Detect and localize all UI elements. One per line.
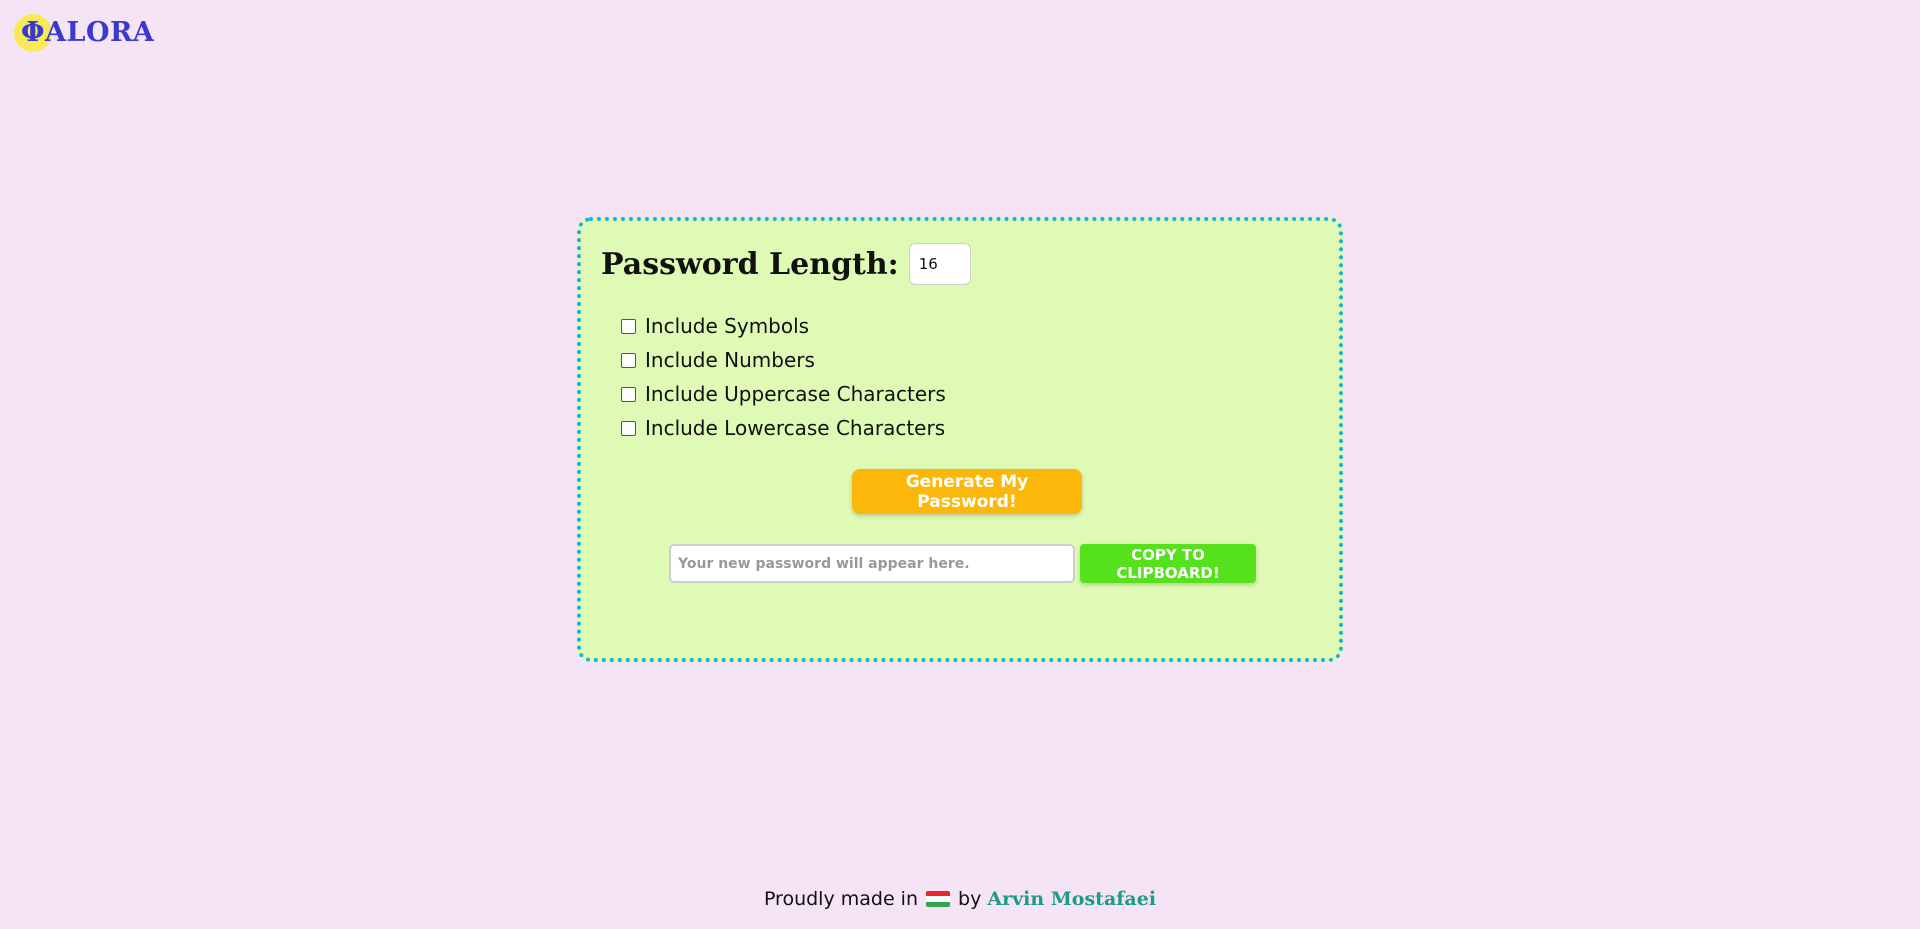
output-row: COPY TO CLIPBOARD! — [669, 544, 1256, 583]
option-numbers[interactable]: Include Numbers — [621, 343, 946, 377]
option-label: Include Symbols — [645, 314, 810, 338]
password-output-field[interactable] — [669, 544, 1075, 583]
symbols-checkbox[interactable] — [621, 318, 636, 334]
option-uppercase[interactable]: Include Uppercase Characters — [621, 377, 946, 411]
numbers-checkbox[interactable] — [621, 352, 636, 368]
option-label: Include Uppercase Characters — [645, 382, 946, 406]
length-row: Password Length: — [601, 241, 971, 287]
footer-prefix: Proudly made in — [763, 888, 919, 910]
logo-text: ΦALORA — [21, 16, 155, 48]
generate-password-button[interactable]: Generate My Password! — [852, 469, 1082, 514]
uppercase-checkbox[interactable] — [621, 386, 636, 402]
option-symbols[interactable]: Include Symbols — [621, 309, 946, 343]
length-label: Password Length: — [601, 246, 899, 282]
option-lowercase[interactable]: Include Lowercase Characters — [621, 411, 946, 445]
option-label: Include Lowercase Characters — [645, 416, 946, 440]
copy-to-clipboard-button[interactable]: COPY TO CLIPBOARD! — [1080, 544, 1256, 583]
option-label: Include Numbers — [645, 348, 815, 372]
length-input[interactable] — [908, 243, 971, 285]
iran-flag-icon — [926, 891, 951, 907]
author-link[interactable]: Arvin Mostafaei — [987, 888, 1156, 910]
lowercase-checkbox[interactable] — [621, 420, 636, 436]
logo[interactable]: ΦALORA — [14, 12, 154, 52]
options-list: Include Symbols Include Numbers Include … — [621, 309, 946, 445]
footer-by: by — [958, 888, 982, 910]
password-generator-card: Password Length: Include Symbols Include… — [577, 217, 1343, 662]
footer: Proudly made in by Arvin Mostafaei — [0, 888, 1920, 910]
